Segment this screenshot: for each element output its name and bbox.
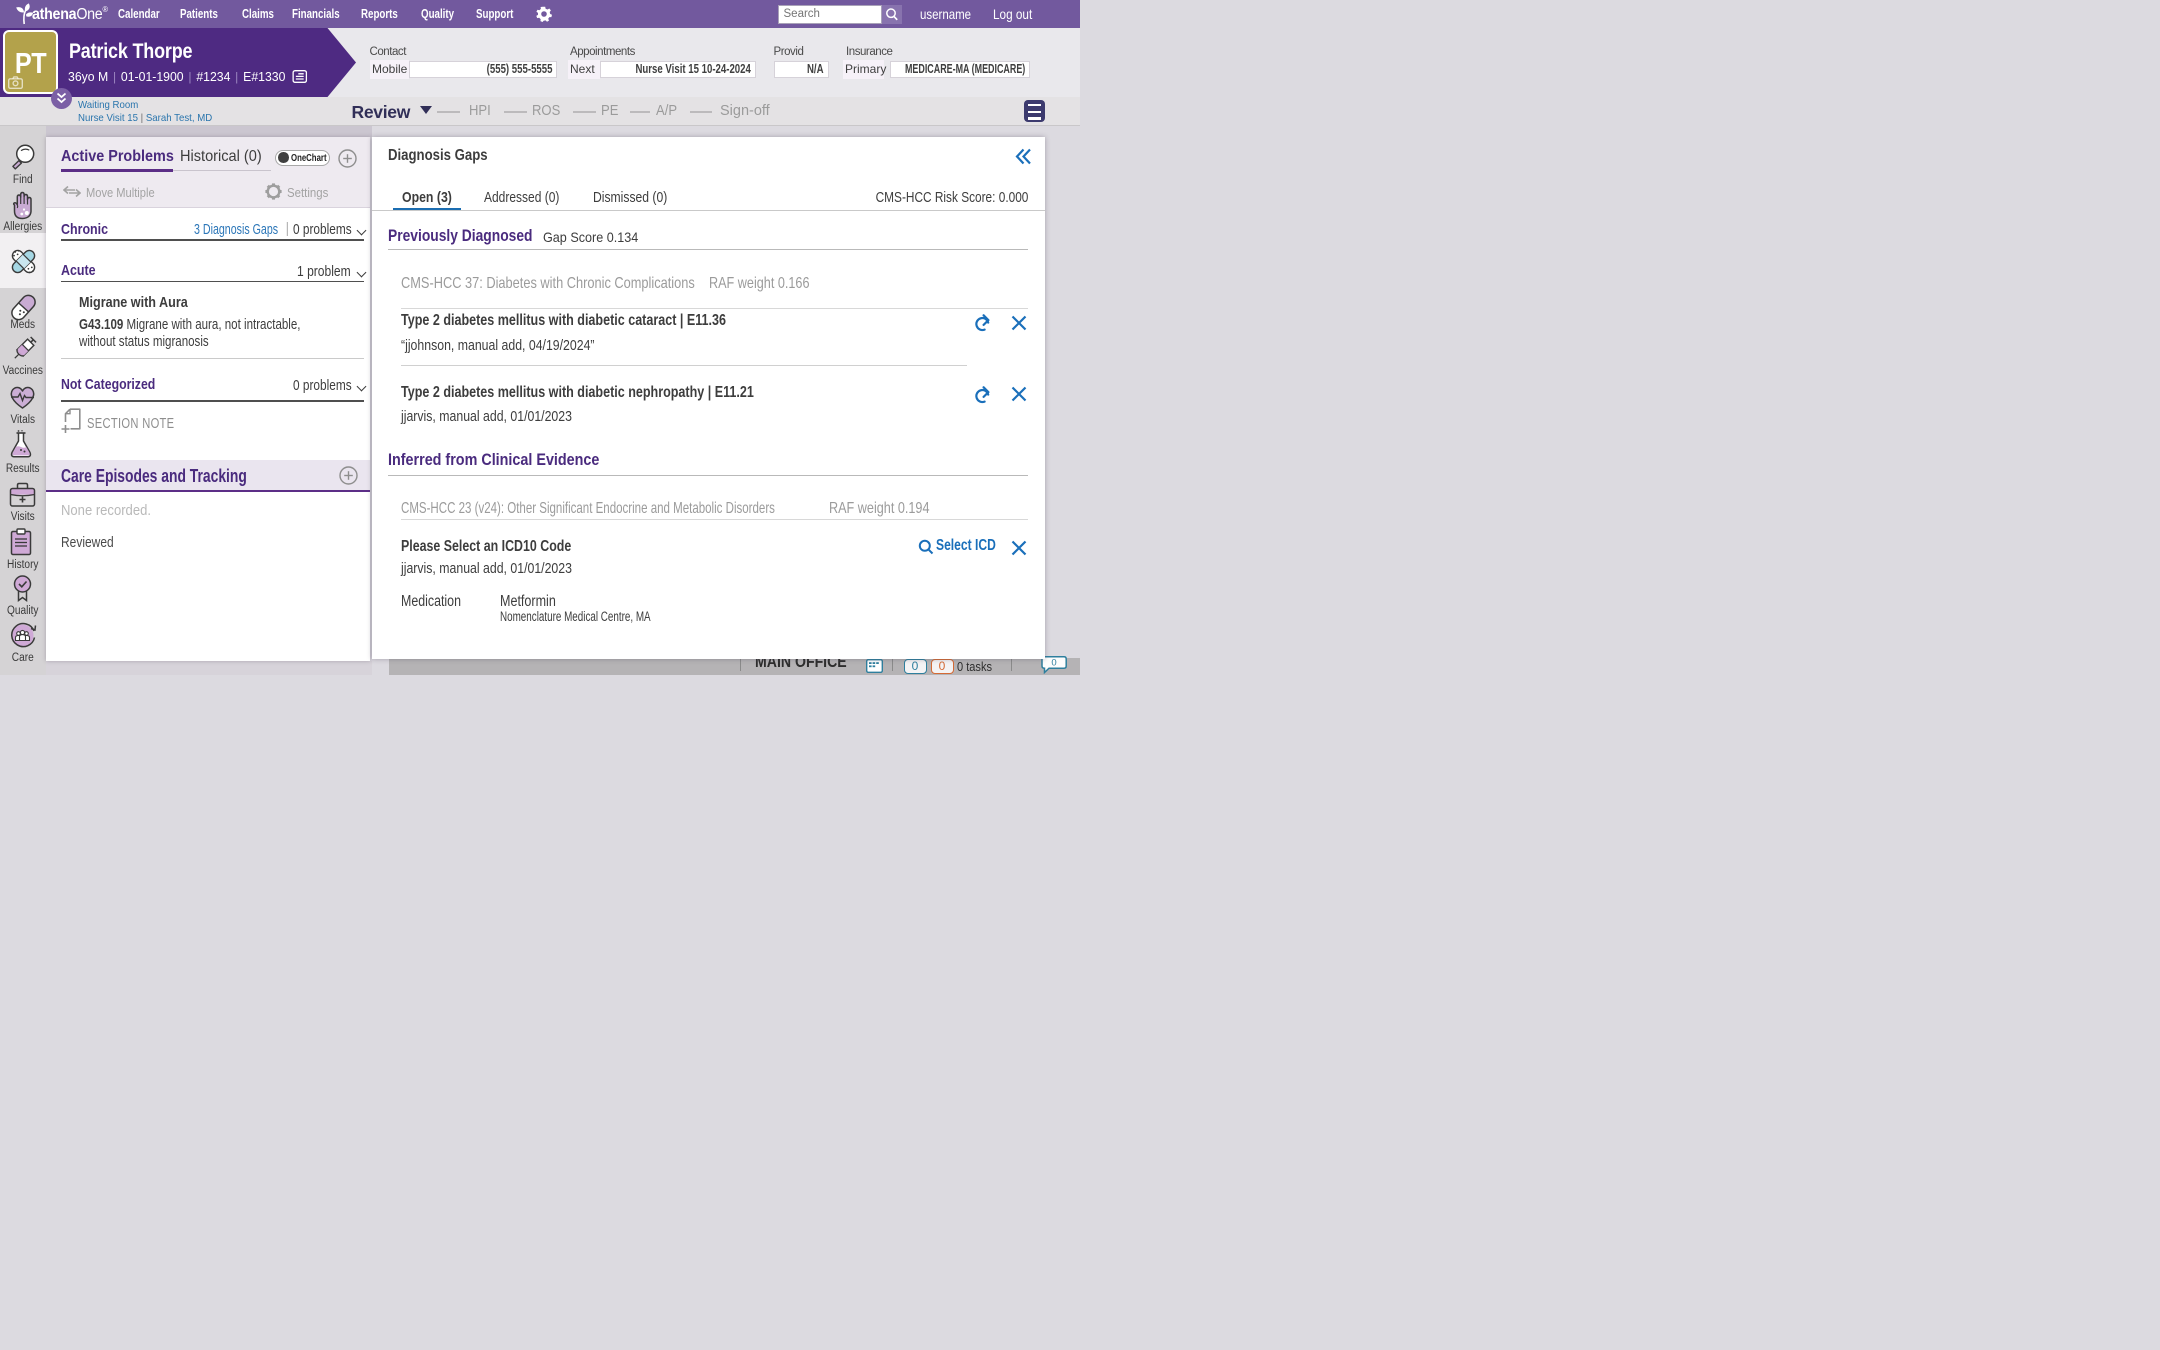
svg-text:0: 0 <box>1051 658 1056 669</box>
